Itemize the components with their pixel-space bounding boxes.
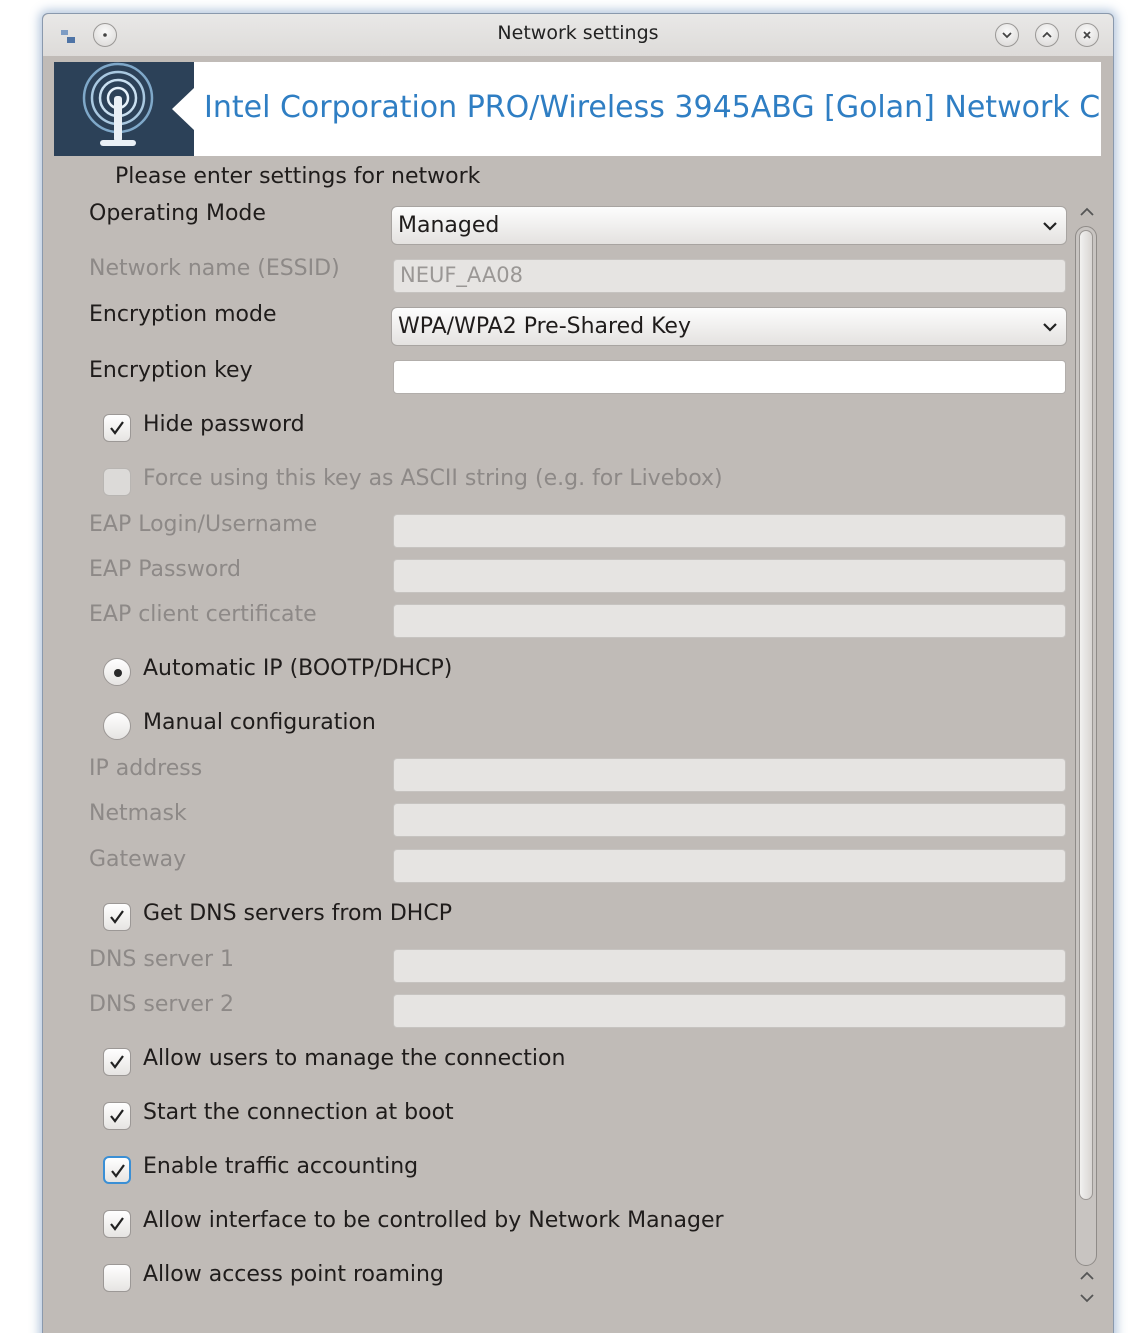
gateway-label: Gateway: [89, 847, 187, 872]
checkmark-icon: [110, 910, 124, 924]
chevron-down-icon: [1043, 323, 1057, 332]
ip-address-label: IP address: [89, 756, 203, 781]
start-boot-label[interactable]: Start the connection at boot: [143, 1100, 454, 1125]
checkmark-icon: [111, 1164, 125, 1178]
vertical-scrollbar[interactable]: [1075, 226, 1097, 1266]
chevron-down-icon: [1043, 222, 1057, 231]
title-bar[interactable]: Network settings: [43, 14, 1113, 56]
start-boot-checkbox[interactable]: [103, 1102, 131, 1130]
essid-field[interactable]: NEUF_AA08: [393, 259, 1066, 293]
eap-password-label: EAP Password: [89, 557, 241, 582]
operating-mode-value: Managed: [398, 213, 500, 238]
essid-value: NEUF_AA08: [400, 263, 523, 287]
dns1-label: DNS server 1: [89, 947, 234, 972]
manual-config-label[interactable]: Manual configuration: [143, 710, 376, 735]
encryption-mode-value: WPA/WPA2 Pre-Shared Key: [398, 314, 691, 339]
essid-label: Network name (ESSID): [89, 256, 340, 281]
force-ascii-label[interactable]: Force using this key as ASCII string (e.…: [143, 466, 723, 491]
manual-config-radio[interactable]: [103, 712, 131, 740]
close-button[interactable]: [1075, 23, 1099, 47]
eap-login-label: EAP Login/Username: [89, 512, 318, 537]
close-icon: [1083, 31, 1091, 39]
netmask-label: Netmask: [89, 801, 187, 826]
encryption-mode-label: Encryption mode: [89, 302, 277, 327]
encryption-key-label: Encryption key: [89, 358, 253, 383]
network-manager-label[interactable]: Allow interface to be controlled by Netw…: [143, 1208, 724, 1233]
checkmark-icon: [110, 1055, 124, 1069]
encryption-mode-select[interactable]: WPA/WPA2 Pre-Shared Key: [391, 307, 1067, 346]
operating-mode-select[interactable]: Managed: [391, 206, 1067, 245]
netmask-field[interactable]: [393, 803, 1066, 837]
network-settings-window: Network settings Intel Corporation PRO/W…: [42, 13, 1114, 1333]
checkmark-icon: [110, 1109, 124, 1123]
checkmark-icon: [110, 1217, 124, 1231]
maximize-button[interactable]: [1035, 23, 1059, 47]
allow-users-label[interactable]: Allow users to manage the connection: [143, 1046, 565, 1071]
scrollbar-thumb[interactable]: [1079, 230, 1093, 1200]
ip-address-field[interactable]: [393, 758, 1066, 792]
radio-selected-dot: [114, 669, 122, 677]
force-ascii-checkbox[interactable]: [103, 468, 131, 496]
scroll-down-arrow-icon[interactable]: [1078, 1292, 1096, 1304]
traffic-accounting-label[interactable]: Enable traffic accounting: [143, 1154, 418, 1179]
chevron-up-icon: [1042, 31, 1052, 38]
device-name: Intel Corporation PRO/Wireless 3945ABG […: [204, 90, 1101, 125]
hide-password-label[interactable]: Hide password: [143, 412, 305, 437]
checkmark-icon: [110, 421, 124, 435]
window-title: Network settings: [497, 22, 659, 44]
auto-ip-label[interactable]: Automatic IP (BOOTP/DHCP): [143, 656, 452, 681]
ap-roaming-label[interactable]: Allow access point roaming: [143, 1262, 444, 1287]
traffic-accounting-checkbox[interactable]: [103, 1156, 131, 1184]
eap-cert-field[interactable]: [393, 604, 1066, 638]
gateway-field[interactable]: [393, 849, 1066, 883]
chevron-down-icon: [1002, 32, 1012, 39]
ap-roaming-checkbox[interactable]: [103, 1264, 131, 1292]
scroll-up-arrow-icon[interactable]: [1078, 206, 1096, 218]
eap-login-field[interactable]: [393, 514, 1066, 548]
dns-dhcp-checkbox[interactable]: [103, 903, 131, 931]
intro-text: Please enter settings for network: [115, 164, 481, 189]
encryption-key-field[interactable]: [393, 360, 1066, 394]
dns2-label: DNS server 2: [89, 992, 234, 1017]
network-manager-checkbox[interactable]: [103, 1210, 131, 1238]
eap-cert-label: EAP client certificate: [89, 602, 317, 627]
header-banner: Intel Corporation PRO/Wireless 3945ABG […: [54, 62, 1101, 156]
minimize-button[interactable]: [995, 23, 1019, 47]
auto-ip-radio[interactable]: [103, 658, 131, 686]
dns-dhcp-label[interactable]: Get DNS servers from DHCP: [143, 901, 452, 926]
dns1-field[interactable]: [393, 949, 1066, 983]
banner-pointer: [172, 88, 194, 130]
allow-users-checkbox[interactable]: [103, 1048, 131, 1076]
scroll-up-arrow-icon[interactable]: [1078, 1270, 1096, 1282]
hide-password-checkbox[interactable]: [103, 414, 131, 442]
eap-password-field[interactable]: [393, 559, 1066, 593]
operating-mode-label: Operating Mode: [89, 201, 266, 226]
dns2-field[interactable]: [393, 994, 1066, 1028]
